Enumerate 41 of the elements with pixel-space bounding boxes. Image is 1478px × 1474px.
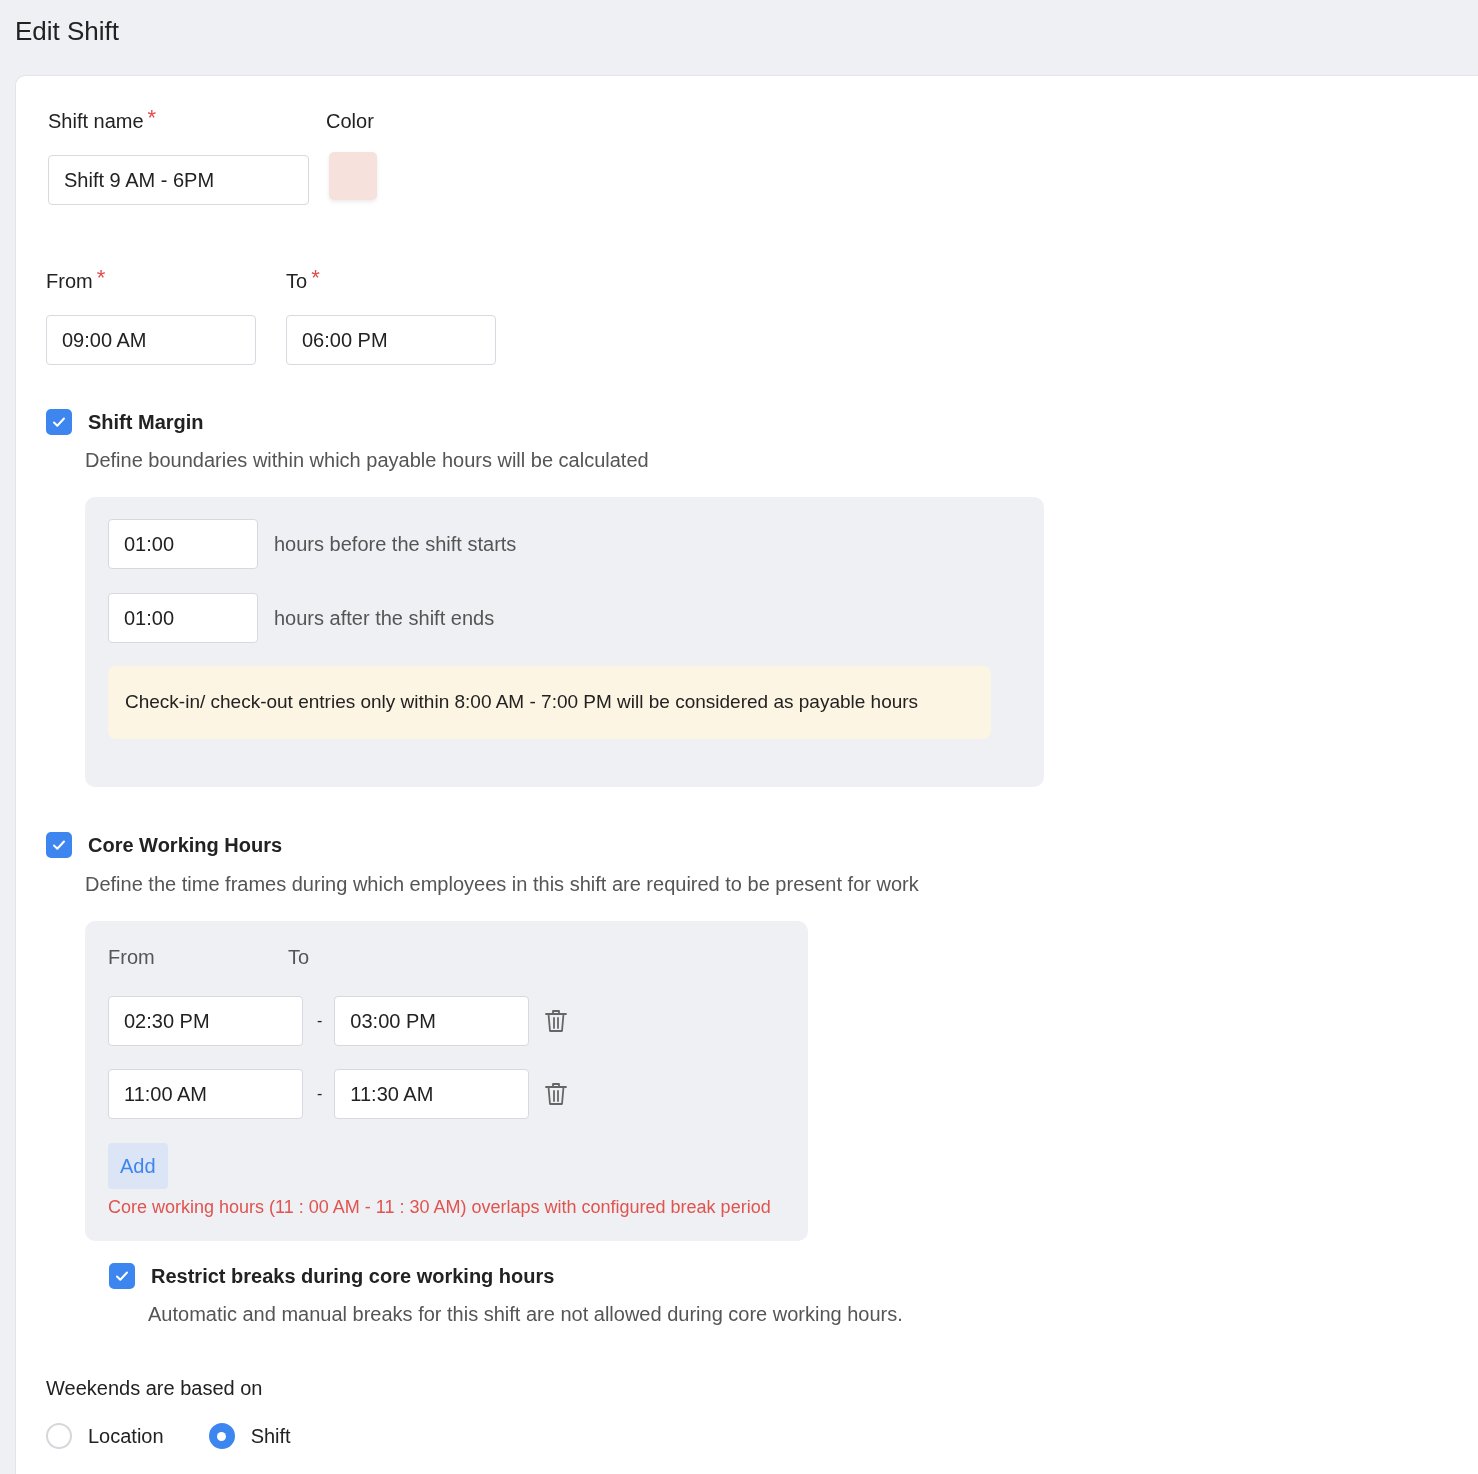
radio-label: Location: [88, 1424, 164, 1449]
page-title: Edit Shift: [15, 15, 121, 48]
section-description: Define boundaries within which payable hours will be calculated: [85, 448, 650, 473]
overlap-error: Core working hours (11 : 00 AM - 11 : 30 AM) overlaps with configured break period: [108, 1196, 772, 1219]
payable-hours-notice: Check-in/ check-out entries only within 8:00 AM - 7:00 PM will be considered as payable hours: [108, 666, 991, 739]
field-label: Shift name: [48, 109, 144, 133]
section-description: Define the time frames during which employees in this shift are required to be present for work: [85, 872, 920, 897]
column-label: From: [108, 945, 156, 970]
hours-field[interactable]: 01:00: [108, 593, 258, 643]
checkbox[interactable]: [46, 832, 72, 858]
section-title: Shift Margin: [88, 410, 204, 435]
radio-label: Shift: [250, 1424, 291, 1449]
checkbox[interactable]: [109, 1263, 135, 1289]
range-separator: -: [317, 1084, 323, 1104]
required-mark: *: [311, 269, 320, 292]
from-time-field[interactable]: 09:00 AM: [46, 315, 256, 365]
field-label: From: [46, 269, 93, 293]
checkbox[interactable]: [46, 409, 72, 435]
trash-icon[interactable]: [543, 1081, 570, 1107]
column-label: To: [288, 945, 310, 970]
section-title: Restrict breaks during core working hours: [151, 1264, 555, 1289]
section-title: Core Working Hours: [88, 833, 283, 858]
hours-field[interactable]: 01:00: [108, 519, 258, 569]
field-label: Weekends are based on: [46, 1376, 264, 1401]
required-mark: *: [96, 269, 106, 292]
to-time-field[interactable]: 06:00 PM: [286, 315, 496, 365]
color-swatch[interactable]: [329, 152, 377, 200]
section-description: Automatic and manual breaks for this shift are not allowed during core working hours.: [148, 1302, 904, 1327]
start-time-field[interactable]: 02:30 PM: [108, 996, 303, 1046]
shift-name-field[interactable]: Shift 9 AM - 6PM: [48, 155, 309, 205]
hours-label: hours before the shift starts: [274, 532, 517, 557]
required-mark: *: [147, 109, 157, 132]
start-time-field[interactable]: 11:00 AM: [108, 1069, 303, 1119]
end-time-field[interactable]: 03:00 PM: [334, 996, 530, 1046]
field-label: Color: [326, 109, 374, 133]
radio-button[interactable]: [208, 1423, 235, 1449]
hours-label: hours after the shift ends: [274, 606, 495, 631]
trash-icon[interactable]: [543, 1008, 570, 1034]
end-time-field[interactable]: 11:30 AM: [334, 1069, 530, 1119]
range-separator: -: [317, 1011, 323, 1031]
field-label: To: [286, 269, 308, 293]
